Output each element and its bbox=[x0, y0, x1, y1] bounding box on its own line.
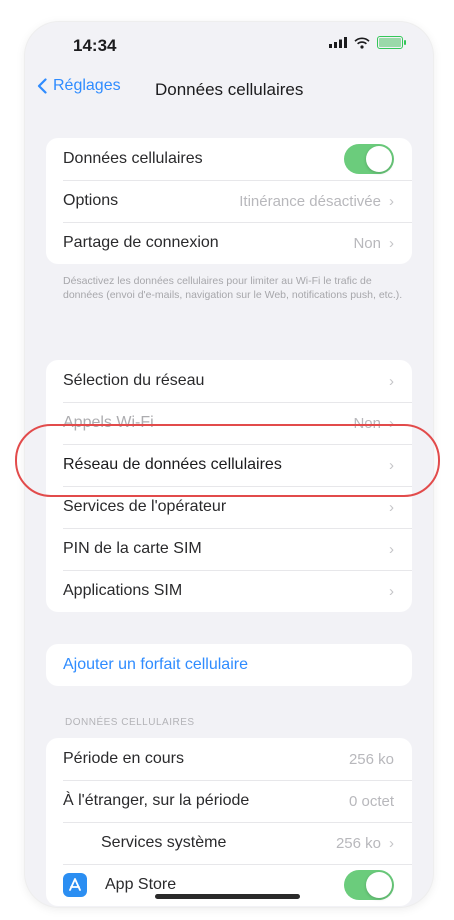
roaming-period-row: À l'étranger, sur la période 0 octet bbox=[46, 780, 412, 822]
status-bar: 14:34 bbox=[25, 22, 433, 70]
current-period-label: Période en cours bbox=[63, 750, 184, 767]
page-title: Données cellulaires bbox=[155, 80, 304, 99]
hotspot-row[interactable]: Partage de connexion Non › bbox=[46, 222, 412, 264]
status-time: 14:34 bbox=[73, 36, 117, 55]
sim-apps-row[interactable]: Applications SIM › bbox=[46, 570, 412, 612]
sim-pin-label: PIN de la carte SIM bbox=[63, 540, 202, 557]
system-services-label: Services système bbox=[101, 834, 227, 851]
add-plan-row[interactable]: Ajouter un forfait cellulaire bbox=[46, 644, 412, 686]
back-button[interactable]: Réglages bbox=[37, 77, 121, 95]
options-label: Options bbox=[63, 192, 119, 209]
back-label: Réglages bbox=[53, 77, 121, 94]
current-period-row: Période en cours 256 ko bbox=[46, 738, 412, 780]
app-store-toggle[interactable] bbox=[344, 870, 394, 900]
chevron-right-icon: › bbox=[389, 540, 394, 558]
options-value: Itinérance désactivée bbox=[239, 192, 381, 210]
chevron-right-icon: › bbox=[389, 234, 394, 252]
sim-apps-label: Applications SIM bbox=[63, 582, 183, 599]
home-indicator bbox=[155, 894, 300, 899]
app-store-label: App Store bbox=[105, 876, 177, 893]
roaming-period-label: À l'étranger, sur la période bbox=[63, 792, 250, 809]
chevron-right-icon: › bbox=[389, 372, 394, 390]
cellular-data-row: Données cellulaires bbox=[46, 138, 412, 180]
add-plan-link[interactable]: Ajouter un forfait cellulaire bbox=[63, 656, 394, 674]
wifi-icon bbox=[354, 37, 370, 49]
app-store-row: App Store bbox=[46, 864, 412, 906]
chevron-right-icon: › bbox=[389, 834, 394, 852]
network-selection-row[interactable]: Sélection du réseau › bbox=[46, 360, 412, 402]
add-plan-group: Ajouter un forfait cellulaire bbox=[46, 644, 412, 686]
status-icons bbox=[329, 36, 406, 49]
chevron-right-icon: › bbox=[389, 498, 394, 516]
chevron-right-icon: › bbox=[389, 582, 394, 600]
usage-section-header: DONNÉES CELLULAIRES bbox=[65, 717, 195, 728]
chevron-left-icon bbox=[37, 78, 47, 94]
battery-icon bbox=[377, 36, 406, 49]
hotspot-value: Non bbox=[353, 234, 381, 252]
cellular-footnote: Désactivez les données cellulaires pour … bbox=[63, 275, 403, 301]
hotspot-label: Partage de connexion bbox=[63, 234, 219, 251]
usage-group: Période en cours 256 ko À l'étranger, su… bbox=[46, 738, 412, 906]
navigation-bar: Réglages Données cellulaires bbox=[25, 74, 433, 110]
current-period-value: 256 ko bbox=[348, 750, 394, 768]
highlight-annotation bbox=[15, 424, 440, 497]
network-selection-label: Sélection du réseau bbox=[63, 372, 205, 389]
sim-pin-row[interactable]: PIN de la carte SIM › bbox=[46, 528, 412, 570]
system-services-value: 256 ko bbox=[335, 834, 381, 852]
cellular-data-label: Données cellulaires bbox=[63, 150, 203, 167]
cellular-settings-group: Données cellulaires Options Itinérance d… bbox=[46, 138, 412, 264]
options-row[interactable]: Options Itinérance désactivée › bbox=[46, 180, 412, 222]
chevron-right-icon: › bbox=[389, 192, 394, 210]
carrier-services-label: Services de l'opérateur bbox=[63, 498, 227, 515]
app-store-icon bbox=[63, 873, 87, 897]
cellular-data-toggle[interactable] bbox=[344, 144, 394, 174]
signal-icon bbox=[329, 37, 347, 48]
system-services-row[interactable]: Services système 256 ko › bbox=[46, 822, 412, 864]
roaming-period-value: 0 octet bbox=[348, 792, 394, 810]
